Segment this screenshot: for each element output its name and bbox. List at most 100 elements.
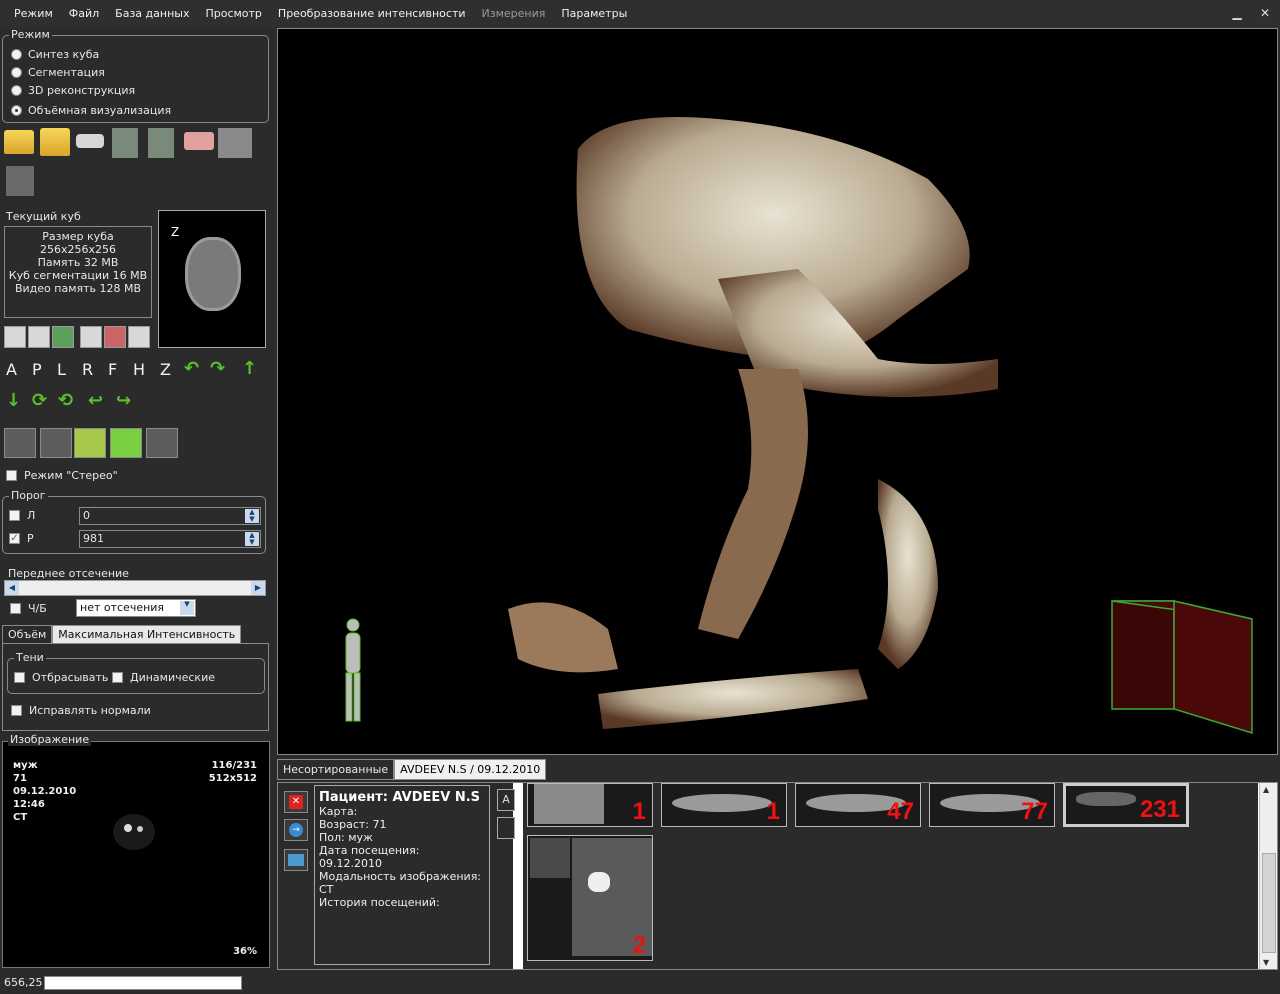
series-thumb-4[interactable]: 77 [929, 783, 1055, 827]
browser-scrollbar[interactable]: ▲ ▼ [1259, 783, 1277, 969]
volume-render-viewport[interactable] [277, 28, 1278, 755]
tilt-left-icon[interactable]: ↩ [88, 390, 103, 411]
rotate-ccw-icon[interactable]: ⟲ [58, 390, 73, 411]
radio-icon[interactable] [11, 85, 22, 96]
radio-icon[interactable] [11, 49, 22, 60]
menu-measurements[interactable]: Измерения [474, 0, 554, 28]
threshold-low-input[interactable]: 0 ▲ ▼ [79, 507, 261, 525]
button-a[interactable]: A [497, 789, 515, 811]
layers-icon[interactable] [218, 128, 252, 158]
open-folder-icon[interactable] [4, 130, 34, 154]
eraser-icon[interactable] [184, 132, 214, 150]
open-series-icon[interactable] [40, 128, 70, 156]
undo-button[interactable] [4, 428, 36, 458]
tab-patient-series[interactable]: AVDEEV N.S / 09.12.2010 [394, 759, 547, 780]
tab-volume[interactable]: Объём [2, 625, 53, 643]
fix-normals-row[interactable]: Исправлять нормали [11, 704, 151, 717]
drive-icon[interactable] [76, 134, 104, 148]
radio-selected-icon[interactable] [11, 105, 22, 116]
mode-option-3d-reconstruction[interactable]: 3D реконструкция [11, 84, 135, 97]
bw-checkbox[interactable] [10, 603, 21, 614]
save-2-button[interactable] [28, 326, 50, 348]
threshold-low-row[interactable]: Л [9, 509, 35, 522]
menu-database[interactable]: База данных [107, 0, 197, 28]
scroll-up-icon[interactable]: ▲ [1263, 785, 1269, 794]
arrow-down-icon[interactable]: ↓ [6, 390, 21, 411]
cast-shadows-row[interactable]: Отбрасывать [14, 671, 108, 684]
export-icon[interactable]: → [284, 819, 308, 841]
radio-icon[interactable] [11, 67, 22, 78]
rotate-right-icon[interactable]: ↷ [210, 358, 225, 379]
import-icon[interactable] [284, 849, 308, 871]
view-left-button[interactable]: L [57, 360, 66, 379]
chevron-down-icon[interactable]: ▼ [180, 601, 194, 615]
view-z-button[interactable]: Z [160, 360, 171, 379]
arrow-up-icon[interactable]: ↑ [242, 358, 257, 379]
mode-option-cube-synthesis[interactable]: Синтез куба [11, 48, 99, 61]
series-thumb-1[interactable]: 1 [527, 783, 653, 827]
scroll-thumb[interactable] [1262, 853, 1276, 953]
tilt-right-icon[interactable]: ↪ [116, 390, 131, 411]
rotate-cw-icon[interactable]: ⟳ [32, 390, 47, 411]
redo-button[interactable] [40, 428, 72, 458]
stereo-mode-checkbox[interactable]: Режим "Стерео" [6, 469, 118, 482]
cast-shadows-checkbox[interactable] [14, 672, 25, 683]
threshold-high-row[interactable]: ✓ Р [9, 532, 34, 545]
cube-info-box: Размер куба 256x256x256 Память 32 MB Куб… [4, 226, 152, 318]
dynamic-shadows-row[interactable]: Динамические [112, 671, 215, 684]
menu-file[interactable]: Файл [61, 0, 107, 28]
save-1-button[interactable] [4, 326, 26, 348]
tab-unsorted[interactable]: Несортированные [277, 759, 395, 780]
threshold-low-checkbox[interactable] [9, 510, 20, 521]
threshold-high-checkbox[interactable]: ✓ [9, 533, 20, 544]
clear-button[interactable] [128, 326, 150, 348]
series-thumb-5-selected[interactable]: 231 [1063, 783, 1189, 827]
menu-mode[interactable]: Режим [6, 0, 61, 28]
view-feet-button[interactable]: F [108, 360, 117, 379]
save-4-button[interactable] [80, 326, 102, 348]
cube-preview[interactable]: Z [158, 210, 266, 348]
save-3-button[interactable] [52, 326, 74, 348]
mode-option-segmentation[interactable]: Сегментация [11, 66, 105, 79]
rotate-left-icon[interactable]: ↶ [184, 358, 199, 379]
fix-normals-checkbox[interactable] [11, 705, 22, 716]
select-polygon-button[interactable] [110, 428, 142, 458]
select-region-button[interactable] [74, 428, 106, 458]
view-head-button[interactable]: H [133, 360, 145, 379]
view-right-button[interactable]: R [82, 360, 93, 379]
button-blank[interactable] [497, 817, 515, 839]
dynamic-shadows-checkbox[interactable] [112, 672, 123, 683]
recycle-yellow-icon[interactable] [112, 128, 138, 158]
mode-option-volume-visualization[interactable]: Объёмная визуализация [11, 104, 171, 117]
view-anterior-button[interactable]: A [6, 360, 17, 379]
clipping-slider[interactable]: ◀ ▶ [4, 580, 266, 596]
scroll-right-icon[interactable]: ▶ [251, 581, 265, 595]
bw-checkbox-row[interactable]: Ч/Б [10, 602, 47, 615]
close-icon[interactable]: ✕ [1256, 4, 1274, 22]
minimize-icon[interactable]: ▁ [1228, 4, 1246, 22]
image-title: Изображение [8, 733, 92, 746]
spinner-icon[interactable]: ▲ ▼ [245, 509, 259, 523]
series-thumb-6[interactable]: 2 [527, 835, 653, 961]
clipping-select[interactable]: нет отсечения ▼ [76, 599, 196, 617]
series-thumb-3[interactable]: 47 [795, 783, 921, 827]
threshold-high-input[interactable]: 981 ▲ ▼ [79, 530, 261, 548]
image-viewer[interactable]: муж 71 09.12.2010 12:46 CT 116/231 512x5… [2, 741, 270, 968]
scroll-left-icon[interactable]: ◀ [5, 581, 19, 595]
menu-parameters[interactable]: Параметры [553, 0, 635, 28]
series-thumb-2[interactable]: 1 [661, 783, 787, 827]
recycle-yellow-2-icon[interactable] [148, 128, 174, 158]
view-posterior-button[interactable]: P [32, 360, 42, 379]
delete-icon[interactable]: ✕ [284, 791, 308, 813]
cube-title: Текущий куб [6, 210, 81, 223]
select-rect-button[interactable] [146, 428, 178, 458]
spinner-icon[interactable]: ▲ ▼ [245, 532, 259, 546]
save-5-button[interactable] [104, 326, 126, 348]
patient-card: Карта: [319, 805, 358, 818]
menu-intensity[interactable]: Преобразование интенсивности [270, 0, 474, 28]
save-disabled-icon[interactable] [6, 166, 34, 196]
tab-max-intensity[interactable]: Максимальная Интенсивность [52, 625, 242, 643]
menu-view[interactable]: Просмотр [197, 0, 269, 28]
checkbox-icon[interactable] [6, 470, 17, 481]
scroll-down-icon[interactable]: ▼ [1263, 958, 1269, 967]
